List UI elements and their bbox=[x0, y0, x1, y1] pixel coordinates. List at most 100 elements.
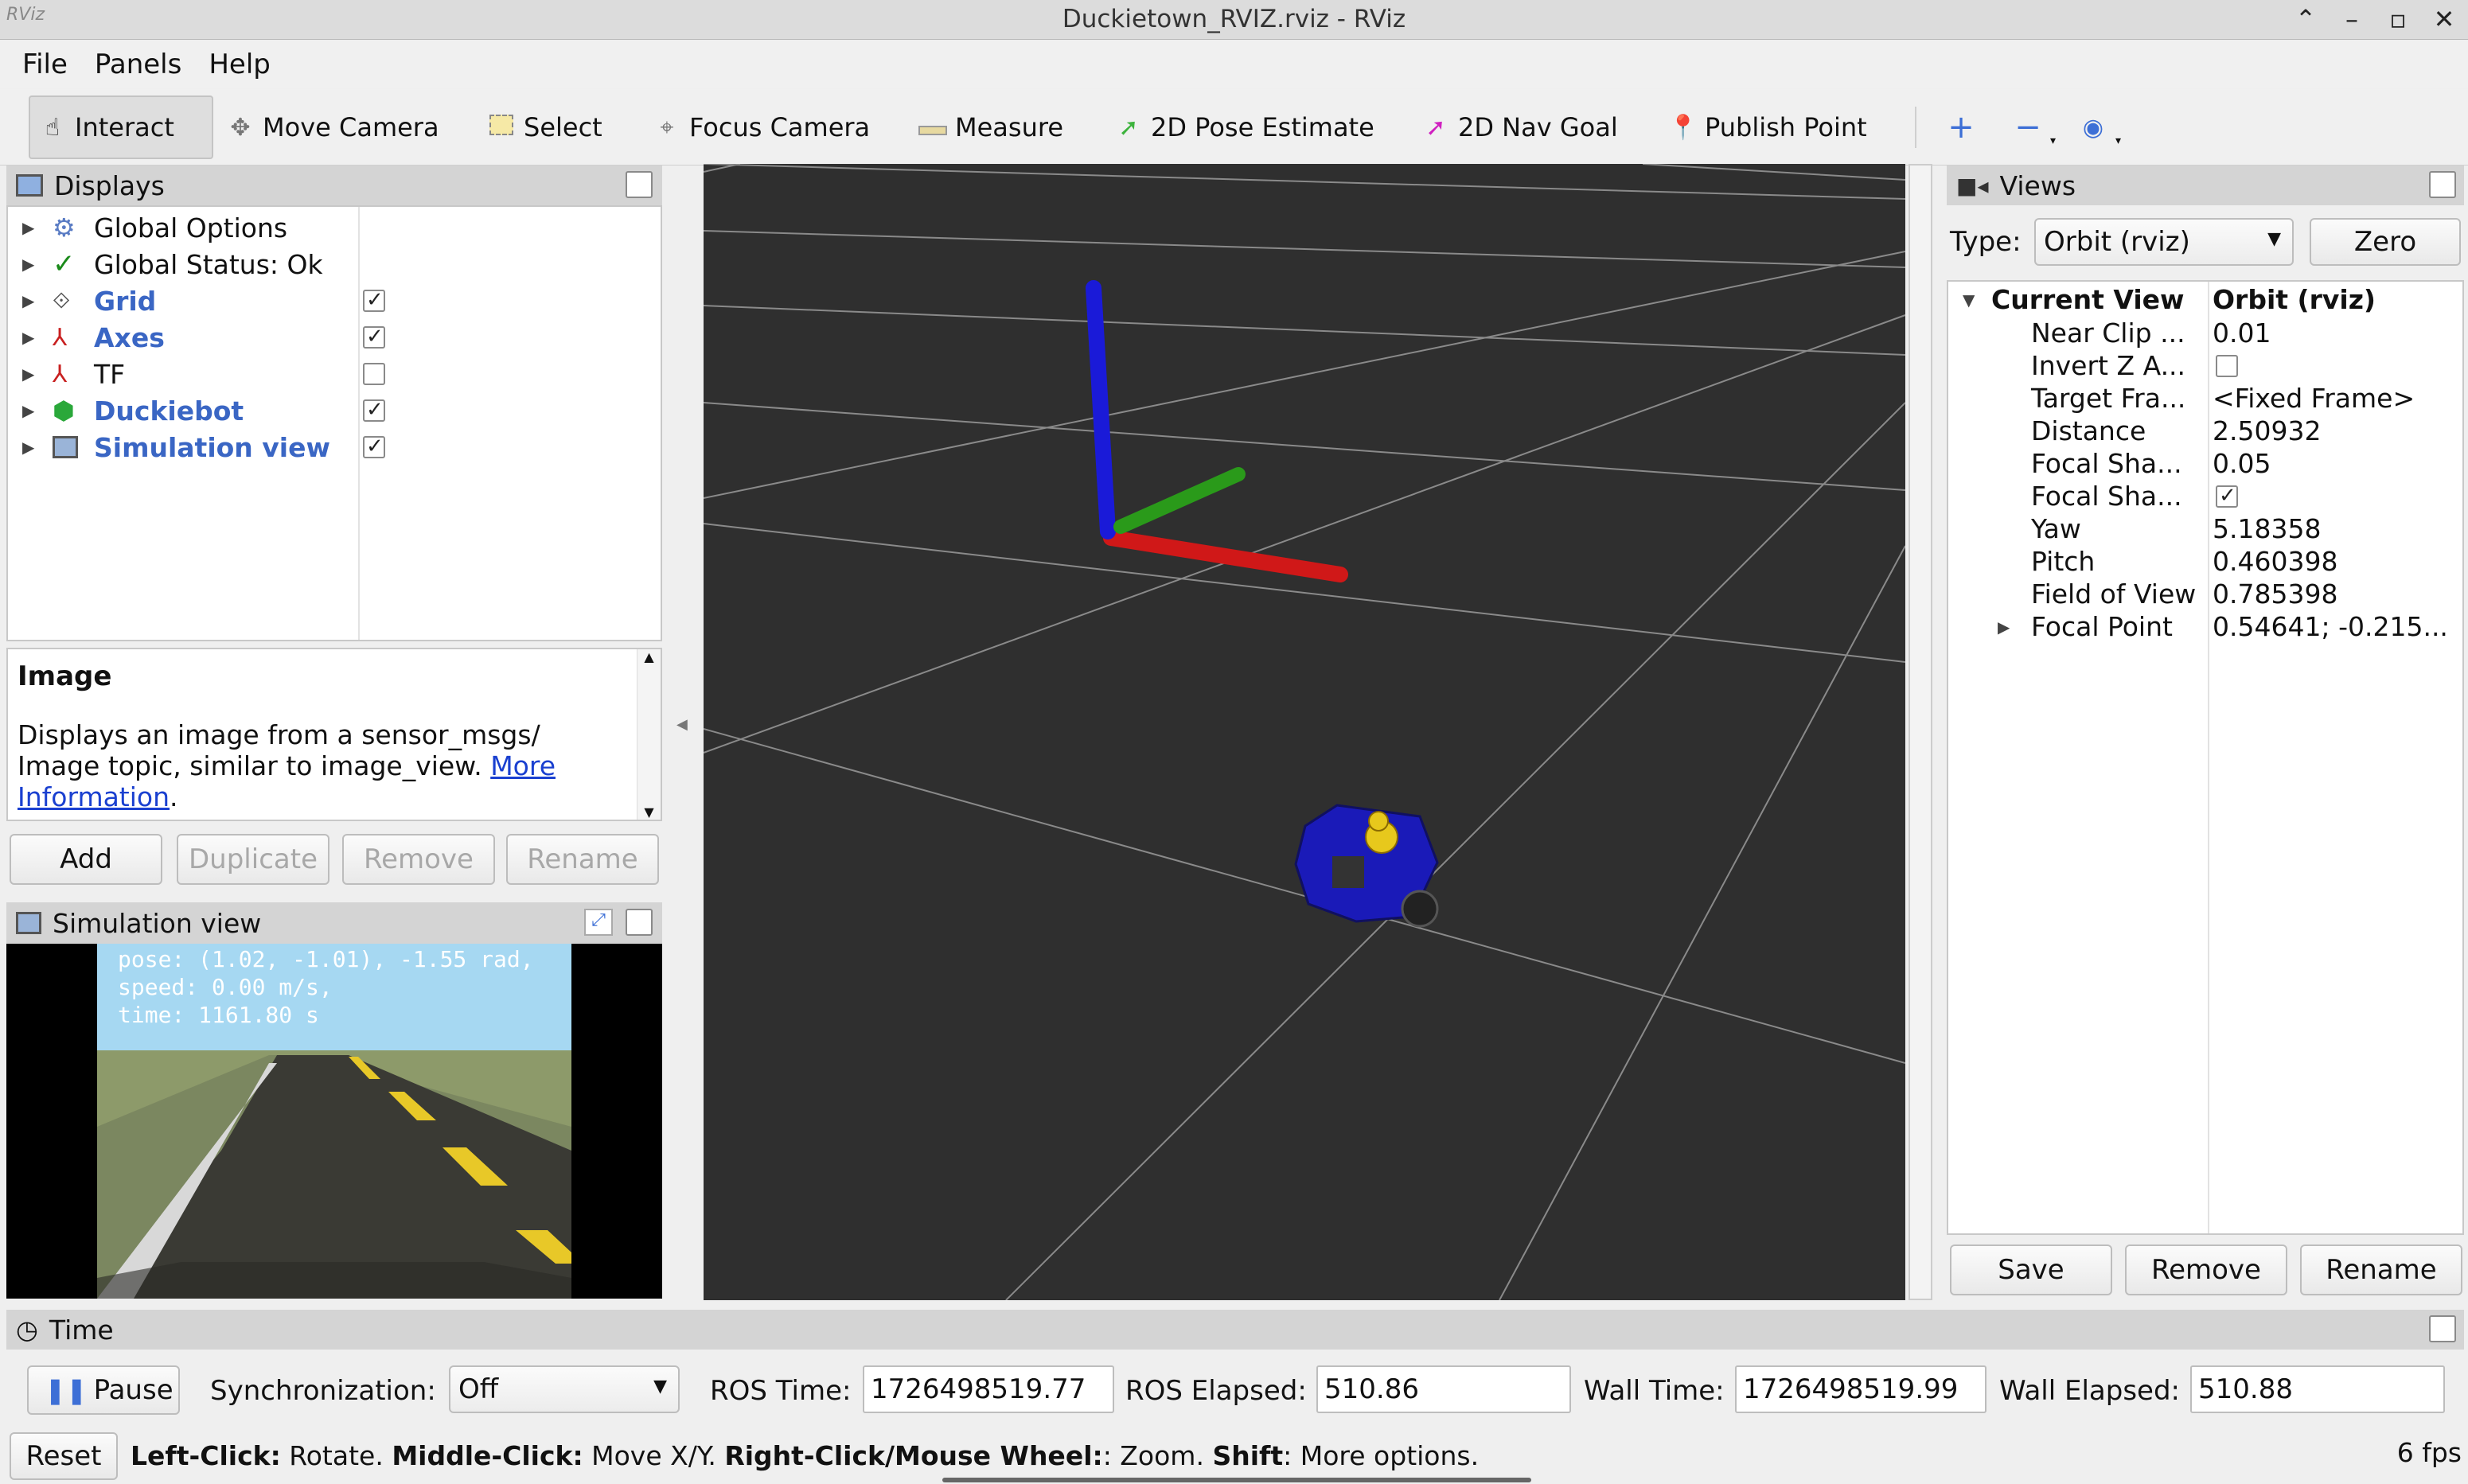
status-message: Left-Click: Rotate. Middle-Click: Move X… bbox=[131, 1440, 1480, 1471]
view-property-value[interactable]: 2.50932 bbox=[2213, 415, 2321, 446]
reset-button[interactable]: Reset bbox=[10, 1432, 118, 1480]
right-splitter[interactable] bbox=[1909, 164, 1932, 1300]
tool-2d-pose-estimate[interactable]: ➚ 2D Pose Estimate bbox=[1105, 95, 1384, 159]
help-scrollbar[interactable]: ▲ ▼ bbox=[637, 649, 661, 820]
view-property-value[interactable]: <Fixed Frame> bbox=[2213, 383, 2415, 414]
displays-float-checkbox[interactable] bbox=[626, 171, 653, 198]
display-item-duckiebot[interactable]: ▶ ⬢ Duckiebot bbox=[8, 393, 661, 428]
horizontal-scrollbar[interactable] bbox=[942, 1478, 1531, 1482]
help-text: Displays an image from a sensor_msgs/ Im… bbox=[18, 719, 540, 781]
tool-interact[interactable]: ☝ Interact bbox=[29, 95, 213, 159]
view-property-value[interactable]: 0.01 bbox=[2213, 317, 2271, 349]
pose-arrow-icon: ➚ bbox=[1118, 113, 1139, 142]
current-view-row[interactable]: ▼ Current View Orbit (rviz) bbox=[1948, 283, 2462, 316]
view-property-row[interactable]: Focal Sha... bbox=[1948, 480, 2462, 512]
zero-view-button[interactable]: Zero bbox=[2310, 218, 2461, 266]
expand-arrow-icon[interactable]: ▶ bbox=[22, 364, 34, 384]
view-property-row[interactable]: Pitch 0.460398 bbox=[1948, 545, 2462, 578]
display-item-simulation-view[interactable]: ▶ Simulation view bbox=[8, 430, 661, 465]
rename-view-button[interactable]: Rename bbox=[2300, 1244, 2462, 1295]
remove-view-button[interactable]: Remove bbox=[2125, 1244, 2287, 1295]
display-item-grid[interactable]: ▶ ⟐ Grid bbox=[8, 283, 661, 318]
rename-display-button[interactable]: Rename bbox=[506, 834, 659, 885]
view-property-row[interactable]: Invert Z A... bbox=[1948, 349, 2462, 382]
save-view-button[interactable]: Save bbox=[1950, 1244, 2112, 1295]
maximize-icon[interactable]: ▫ bbox=[2385, 3, 2411, 35]
add-tool-button[interactable]: + bbox=[1937, 95, 1985, 159]
tool-move-camera[interactable]: ✥ Move Camera bbox=[216, 95, 449, 159]
move-camera-icon: ✥ bbox=[230, 113, 251, 142]
ros-elapsed-field[interactable]: 510.86 bbox=[1316, 1365, 1571, 1413]
synchronization-select[interactable]: Off ▼ bbox=[449, 1365, 680, 1413]
tf-icon: ⅄ bbox=[53, 360, 68, 388]
expand-arrow-icon[interactable]: ▶ bbox=[1998, 617, 2010, 637]
view-property-checkbox[interactable] bbox=[2216, 354, 2238, 377]
tool-focus-camera[interactable]: ⌖ Focus Camera bbox=[643, 95, 879, 159]
menu-help[interactable]: Help bbox=[209, 49, 271, 80]
wall-elapsed-field[interactable]: 510.88 bbox=[2190, 1365, 2445, 1413]
3d-render-viewport[interactable] bbox=[704, 164, 1905, 1300]
tool-select[interactable]: Select bbox=[478, 95, 612, 159]
expand-arrow-icon[interactable]: ▶ bbox=[22, 401, 34, 420]
toolbar-separator bbox=[1915, 107, 1916, 148]
view-property-row[interactable]: Field of View 0.785398 bbox=[1948, 578, 2462, 610]
view-property-name: Pitch bbox=[2031, 546, 2096, 577]
pause-button[interactable]: ❚❚ Pause bbox=[27, 1365, 180, 1415]
expand-arrow-icon[interactable]: ▶ bbox=[22, 328, 34, 347]
expand-arrow-icon[interactable]: ▶ bbox=[22, 291, 34, 310]
view-property-checkbox[interactable] bbox=[2216, 484, 2238, 508]
axes-enabled-checkbox[interactable] bbox=[363, 325, 385, 349]
view-property-row[interactable]: Target Fra... <Fixed Frame> bbox=[1948, 382, 2462, 415]
add-display-button[interactable]: Add bbox=[10, 834, 162, 885]
view-property-name: Invert Z A... bbox=[2031, 350, 2186, 381]
fps-indicator: 6 fps bbox=[2396, 1437, 2462, 1468]
ros-time-field[interactable]: 1726498519.77 bbox=[863, 1365, 1114, 1413]
view-property-value[interactable]: 0.54641; -0.215... bbox=[2213, 611, 2448, 642]
expand-arrow-icon[interactable]: ▶ bbox=[22, 255, 34, 274]
display-item-axes[interactable]: ▶ ⅄ Axes bbox=[8, 320, 661, 355]
view-property-value[interactable]: 0.785398 bbox=[2213, 578, 2337, 610]
pin-icon: 📍 bbox=[1668, 113, 1698, 142]
view-property-row[interactable]: ▶ Focal Point 0.54641; -0.215... bbox=[1948, 610, 2462, 643]
expand-arrow-icon[interactable]: ▶ bbox=[22, 438, 34, 457]
minimize-icon[interactable]: – bbox=[2339, 3, 2365, 35]
collapse-arrow-icon[interactable]: ▼ bbox=[1963, 290, 1975, 310]
remove-tool-button[interactable]: − ▾ bbox=[2004, 95, 2065, 159]
view-property-value[interactable]: 0.460398 bbox=[2213, 546, 2337, 577]
duplicate-display-button[interactable]: Duplicate bbox=[177, 834, 329, 885]
duckiebot-enabled-checkbox[interactable] bbox=[363, 398, 385, 422]
tool-2d-nav-goal[interactable]: ➚ 2D Nav Goal bbox=[1412, 95, 1628, 159]
undock-icon[interactable]: ⤢ bbox=[584, 909, 613, 936]
view-property-value[interactable]: 5.18358 bbox=[2213, 513, 2321, 544]
simulation-view-float-checkbox[interactable] bbox=[626, 909, 653, 936]
view-property-value[interactable]: 0.05 bbox=[2213, 448, 2271, 479]
tf-enabled-checkbox[interactable] bbox=[363, 363, 385, 385]
view-property-row[interactable]: Near Clip ... 0.01 bbox=[1948, 317, 2462, 349]
remove-display-button[interactable]: Remove bbox=[342, 834, 495, 885]
help-title: Image bbox=[18, 660, 112, 692]
tool-publish-point[interactable]: 📍 Publish Point bbox=[1659, 95, 1877, 159]
simulation-view-enabled-checkbox[interactable] bbox=[363, 434, 385, 458]
menu-panels[interactable]: Panels bbox=[95, 49, 181, 80]
display-item-global-options[interactable]: ▶ ⚙ Global Options bbox=[8, 210, 661, 245]
view-property-row[interactable]: Distance 2.50932 bbox=[1948, 415, 2462, 447]
views-panel-header: ■◂ Views bbox=[1947, 166, 2464, 205]
views-float-checkbox[interactable] bbox=[2429, 171, 2456, 198]
display-item-tf[interactable]: ▶ ⅄ TF bbox=[8, 356, 661, 391]
grid-enabled-checkbox[interactable] bbox=[363, 288, 385, 312]
collapse-icon[interactable]: ⌃ bbox=[2293, 3, 2318, 35]
tool-measure[interactable]: Measure bbox=[909, 95, 1073, 159]
expand-arrow-icon[interactable]: ▶ bbox=[22, 218, 34, 237]
tool-visibility-button[interactable]: ◉ ▾ bbox=[2069, 95, 2131, 159]
view-property-name: Focal Sha... bbox=[2031, 481, 2182, 512]
menu-file[interactable]: File bbox=[22, 49, 68, 80]
close-icon[interactable]: ✕ bbox=[2431, 3, 2457, 35]
display-item-global-status[interactable]: ▶ ✓ Global Status: Ok bbox=[8, 247, 661, 282]
view-property-row[interactable]: Yaw 5.18358 bbox=[1948, 512, 2462, 545]
wall-time-field[interactable]: 1726498519.99 bbox=[1735, 1365, 1986, 1413]
view-type-select[interactable]: Orbit (rviz) ▼ bbox=[2034, 218, 2294, 266]
view-property-row[interactable]: Focal Sha... 0.05 bbox=[1948, 447, 2462, 480]
time-float-checkbox[interactable] bbox=[2429, 1315, 2456, 1342]
left-dock-splitter-icon[interactable]: ◀ bbox=[676, 716, 688, 733]
wall-time-label: Wall Time: bbox=[1584, 1375, 1725, 1407]
